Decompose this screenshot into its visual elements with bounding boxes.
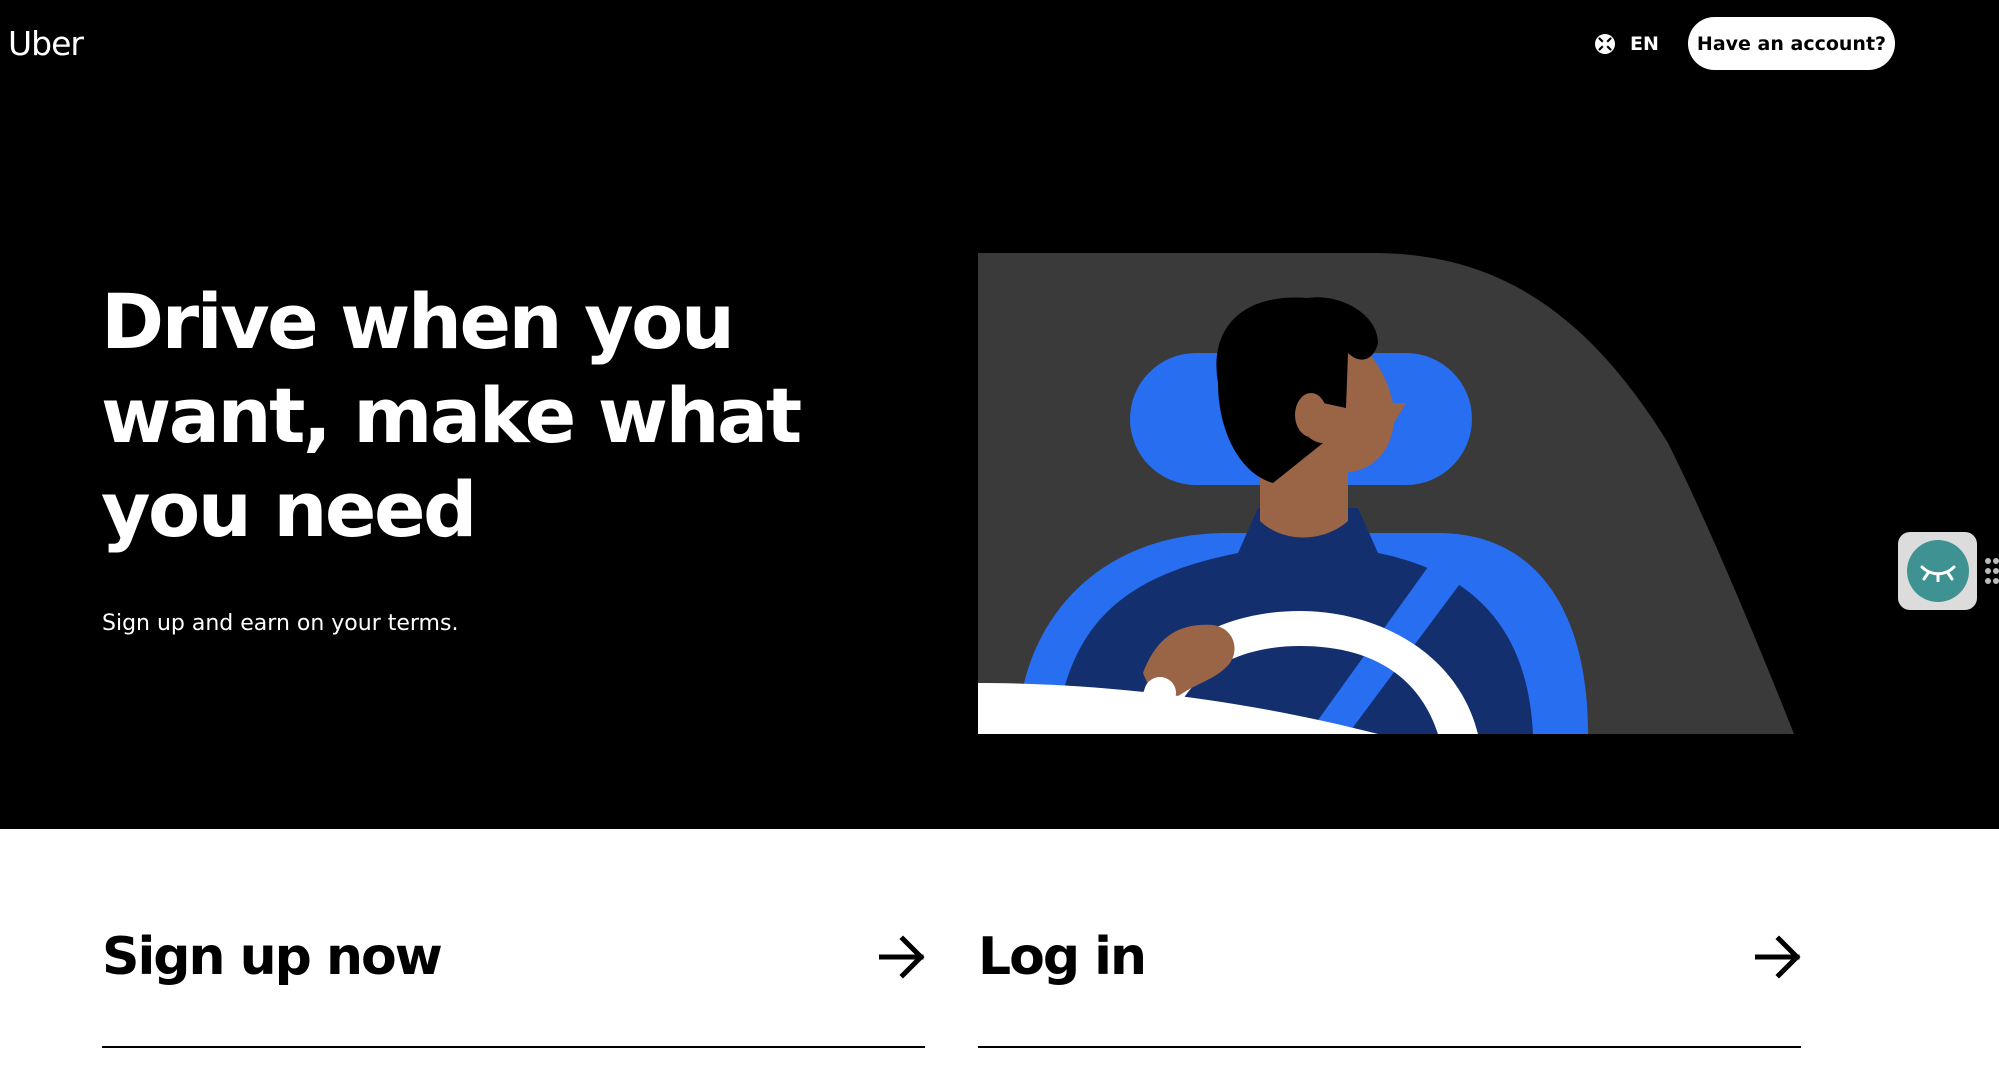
log-in-label: Log in <box>978 927 1147 987</box>
hero-subline: Sign up and earn on your terms. <box>102 611 459 636</box>
drag-handle-icon[interactable] <box>1984 556 1999 586</box>
arrow-right-icon <box>879 935 925 979</box>
log-in-link[interactable]: Log in <box>978 905 1801 1048</box>
driver-illustration <box>978 253 1794 734</box>
hero-section: Uber EN Have an account? Drive when you … <box>0 0 1999 829</box>
have-an-account-button[interactable]: Have an account? <box>1688 17 1895 70</box>
arrow-right-icon <box>1755 935 1801 979</box>
closed-eye-icon <box>1906 540 1969 602</box>
sign-up-link[interactable]: Sign up now <box>102 905 925 1048</box>
language-code: EN <box>1630 33 1659 55</box>
language-selector[interactable]: EN <box>1593 27 1659 61</box>
uber-logo[interactable]: Uber <box>8 24 84 64</box>
globe-icon <box>1595 34 1615 54</box>
sign-up-label: Sign up now <box>102 927 443 987</box>
accessibility-widget[interactable] <box>1898 532 1977 610</box>
hero-headline: Drive when you want, make what you need <box>101 277 802 554</box>
